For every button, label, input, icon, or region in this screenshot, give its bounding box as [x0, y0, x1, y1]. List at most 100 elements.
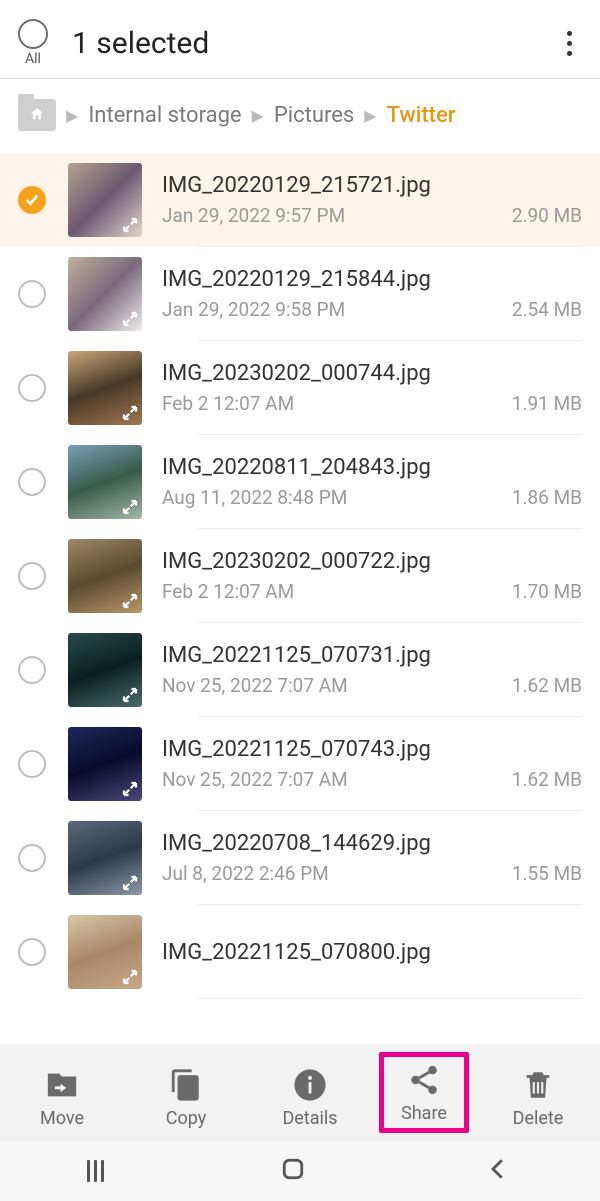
- chevron-right-icon: ▶: [252, 106, 264, 125]
- file-thumbnail[interactable]: [68, 163, 142, 237]
- nav-home[interactable]: [278, 1154, 308, 1188]
- file-row[interactable]: IMG_20221125_070800.jpg: [0, 905, 600, 999]
- details-label: Details: [282, 1108, 337, 1129]
- file-date: Feb 2 12:07 AM: [162, 580, 294, 603]
- file-size: 1.55 MB: [512, 862, 582, 885]
- selection-header: All 1 selected: [0, 0, 600, 74]
- row-divider: [198, 998, 582, 999]
- row-checkbox[interactable]: [18, 656, 46, 684]
- file-name: IMG_20230202_000722.jpg: [162, 549, 582, 574]
- chevron-right-icon: ▶: [364, 106, 376, 125]
- file-size: 1.86 MB: [512, 486, 582, 509]
- select-all-label: All: [25, 51, 41, 67]
- action-bar: Move Copy Details Share Delete: [0, 1044, 600, 1141]
- home-nav-icon: [278, 1154, 308, 1184]
- file-name: IMG_20220129_215844.jpg: [162, 267, 582, 292]
- file-info: IMG_20220708_144629.jpg Jul 8, 2022 2:46 …: [162, 831, 582, 885]
- row-checkbox[interactable]: [18, 374, 46, 402]
- file-date: Jan 29, 2022 9:58 PM: [162, 298, 345, 321]
- file-info: IMG_20221125_070800.jpg: [162, 940, 582, 965]
- file-name: IMG_20221125_070743.jpg: [162, 737, 582, 762]
- file-row[interactable]: IMG_20220708_144629.jpg Jul 8, 2022 2:46 …: [0, 811, 600, 905]
- file-date: Nov 25, 2022 7:07 AM: [162, 674, 348, 697]
- file-size: 1.91 MB: [512, 392, 582, 415]
- breadcrumb: ▶ Internal storage ▶ Pictures ▶ Twitter: [0, 79, 600, 153]
- file-size: 1.62 MB: [512, 768, 582, 791]
- trash-icon: [521, 1068, 555, 1102]
- home-icon[interactable]: [18, 99, 56, 131]
- share-label: Share: [401, 1103, 447, 1124]
- row-checkbox[interactable]: [18, 280, 46, 308]
- crumb-pictures[interactable]: Pictures: [274, 103, 354, 128]
- file-list: IMG_20220129_215721.jpg Jan 29, 2022 9:57…: [0, 153, 600, 999]
- file-info: IMG_20221125_070731.jpg Nov 25, 2022 7:07…: [162, 643, 582, 697]
- file-size: 1.62 MB: [512, 674, 582, 697]
- share-button[interactable]: Share: [379, 1052, 469, 1133]
- crumb-current[interactable]: Twitter: [387, 103, 456, 128]
- copy-button[interactable]: Copy: [141, 1068, 231, 1129]
- file-size: 2.54 MB: [512, 298, 582, 321]
- file-size: 2.90 MB: [512, 204, 582, 227]
- file-info: IMG_20220129_215721.jpg Jan 29, 2022 9:57…: [162, 173, 582, 227]
- crumb-internal-storage[interactable]: Internal storage: [88, 103, 241, 128]
- delete-button[interactable]: Delete: [493, 1068, 583, 1129]
- file-date: Nov 25, 2022 7:07 AM: [162, 768, 348, 791]
- file-date: Jan 29, 2022 9:57 PM: [162, 204, 345, 227]
- share-icon: [407, 1063, 441, 1097]
- system-nav-bar: [0, 1141, 600, 1201]
- file-info: IMG_20221125_070743.jpg Nov 25, 2022 7:07…: [162, 737, 582, 791]
- file-date: Jul 8, 2022 2:46 PM: [162, 862, 329, 885]
- file-row[interactable]: IMG_20220129_215844.jpg Jan 29, 2022 9:58…: [0, 247, 600, 341]
- file-thumbnail[interactable]: [68, 351, 142, 425]
- file-name: IMG_20220811_204843.jpg: [162, 455, 582, 480]
- file-name: IMG_20220708_144629.jpg: [162, 831, 582, 856]
- file-name: IMG_20220129_215721.jpg: [162, 173, 582, 198]
- file-thumbnail[interactable]: [68, 633, 142, 707]
- file-thumbnail[interactable]: [68, 821, 142, 895]
- file-thumbnail[interactable]: [68, 539, 142, 613]
- select-all[interactable]: All: [18, 19, 48, 67]
- row-checkbox[interactable]: [18, 468, 46, 496]
- row-checkbox[interactable]: [18, 750, 46, 778]
- file-row[interactable]: IMG_20230202_000744.jpg Feb 2 12:07 AM 1.9…: [0, 341, 600, 435]
- info-icon: [293, 1068, 327, 1102]
- nav-recents[interactable]: [87, 1160, 104, 1182]
- file-info: IMG_20220129_215844.jpg Jan 29, 2022 9:58…: [162, 267, 582, 321]
- file-row[interactable]: IMG_20220129_215721.jpg Jan 29, 2022 9:57…: [0, 153, 600, 247]
- file-date: Aug 11, 2022 8:48 PM: [162, 486, 347, 509]
- row-checkbox[interactable]: [18, 186, 46, 214]
- file-thumbnail[interactable]: [68, 727, 142, 801]
- select-all-circle[interactable]: [18, 19, 48, 49]
- file-row[interactable]: IMG_20230202_000722.jpg Feb 2 12:07 AM 1.7…: [0, 529, 600, 623]
- file-row[interactable]: IMG_20220811_204843.jpg Aug 11, 2022 8:48…: [0, 435, 600, 529]
- file-thumbnail[interactable]: [68, 257, 142, 331]
- nav-back[interactable]: [483, 1154, 513, 1188]
- file-info: IMG_20220811_204843.jpg Aug 11, 2022 8:48…: [162, 455, 582, 509]
- copy-label: Copy: [166, 1108, 207, 1129]
- back-icon: [483, 1154, 513, 1184]
- overflow-menu[interactable]: [557, 16, 582, 71]
- page-title: 1 selected: [72, 26, 557, 61]
- file-name: IMG_20221125_070731.jpg: [162, 643, 582, 668]
- file-info: IMG_20230202_000722.jpg Feb 2 12:07 AM 1.7…: [162, 549, 582, 603]
- row-checkbox[interactable]: [18, 844, 46, 872]
- file-size: 1.70 MB: [512, 580, 582, 603]
- row-checkbox[interactable]: [18, 562, 46, 590]
- file-info: IMG_20230202_000744.jpg Feb 2 12:07 AM 1.9…: [162, 361, 582, 415]
- file-row[interactable]: IMG_20221125_070731.jpg Nov 25, 2022 7:07…: [0, 623, 600, 717]
- copy-icon: [169, 1068, 203, 1102]
- file-name: IMG_20221125_070800.jpg: [162, 940, 582, 965]
- move-button[interactable]: Move: [17, 1068, 107, 1129]
- file-row[interactable]: IMG_20221125_070743.jpg Nov 25, 2022 7:07…: [0, 717, 600, 811]
- file-date: Feb 2 12:07 AM: [162, 392, 294, 415]
- delete-label: Delete: [513, 1108, 564, 1129]
- file-thumbnail[interactable]: [68, 915, 142, 989]
- chevron-right-icon: ▶: [66, 106, 78, 125]
- row-checkbox[interactable]: [18, 938, 46, 966]
- move-icon: [45, 1068, 79, 1102]
- recents-icon: [87, 1160, 104, 1182]
- move-label: Move: [40, 1108, 84, 1129]
- file-name: IMG_20230202_000744.jpg: [162, 361, 582, 386]
- details-button[interactable]: Details: [265, 1068, 355, 1129]
- file-thumbnail[interactable]: [68, 445, 142, 519]
